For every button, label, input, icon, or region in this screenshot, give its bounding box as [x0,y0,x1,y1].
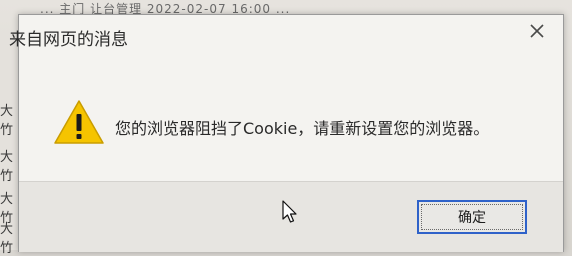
background-row-label: 大竹 [0,222,14,256]
background-left-column: 大竹 大竹 大竹 大竹 [0,38,19,256]
warning-icon [54,100,104,144]
close-icon[interactable] [523,17,551,45]
dialog-title-bar[interactable]: 来自网页的消息 [9,15,563,53]
ok-button-label: 确定 [421,204,523,230]
dialog-title: 来自网页的消息 [9,30,128,50]
background-row-label: 大竹 [0,150,14,184]
mouse-pointer-icon [282,200,297,223]
background-row-label: 大竹 [0,104,14,138]
dialog-message: 您的浏览器阻挡了Cookie，请重新设置您的浏览器。 [115,119,490,138]
ok-button[interactable]: 确定 [417,200,527,234]
